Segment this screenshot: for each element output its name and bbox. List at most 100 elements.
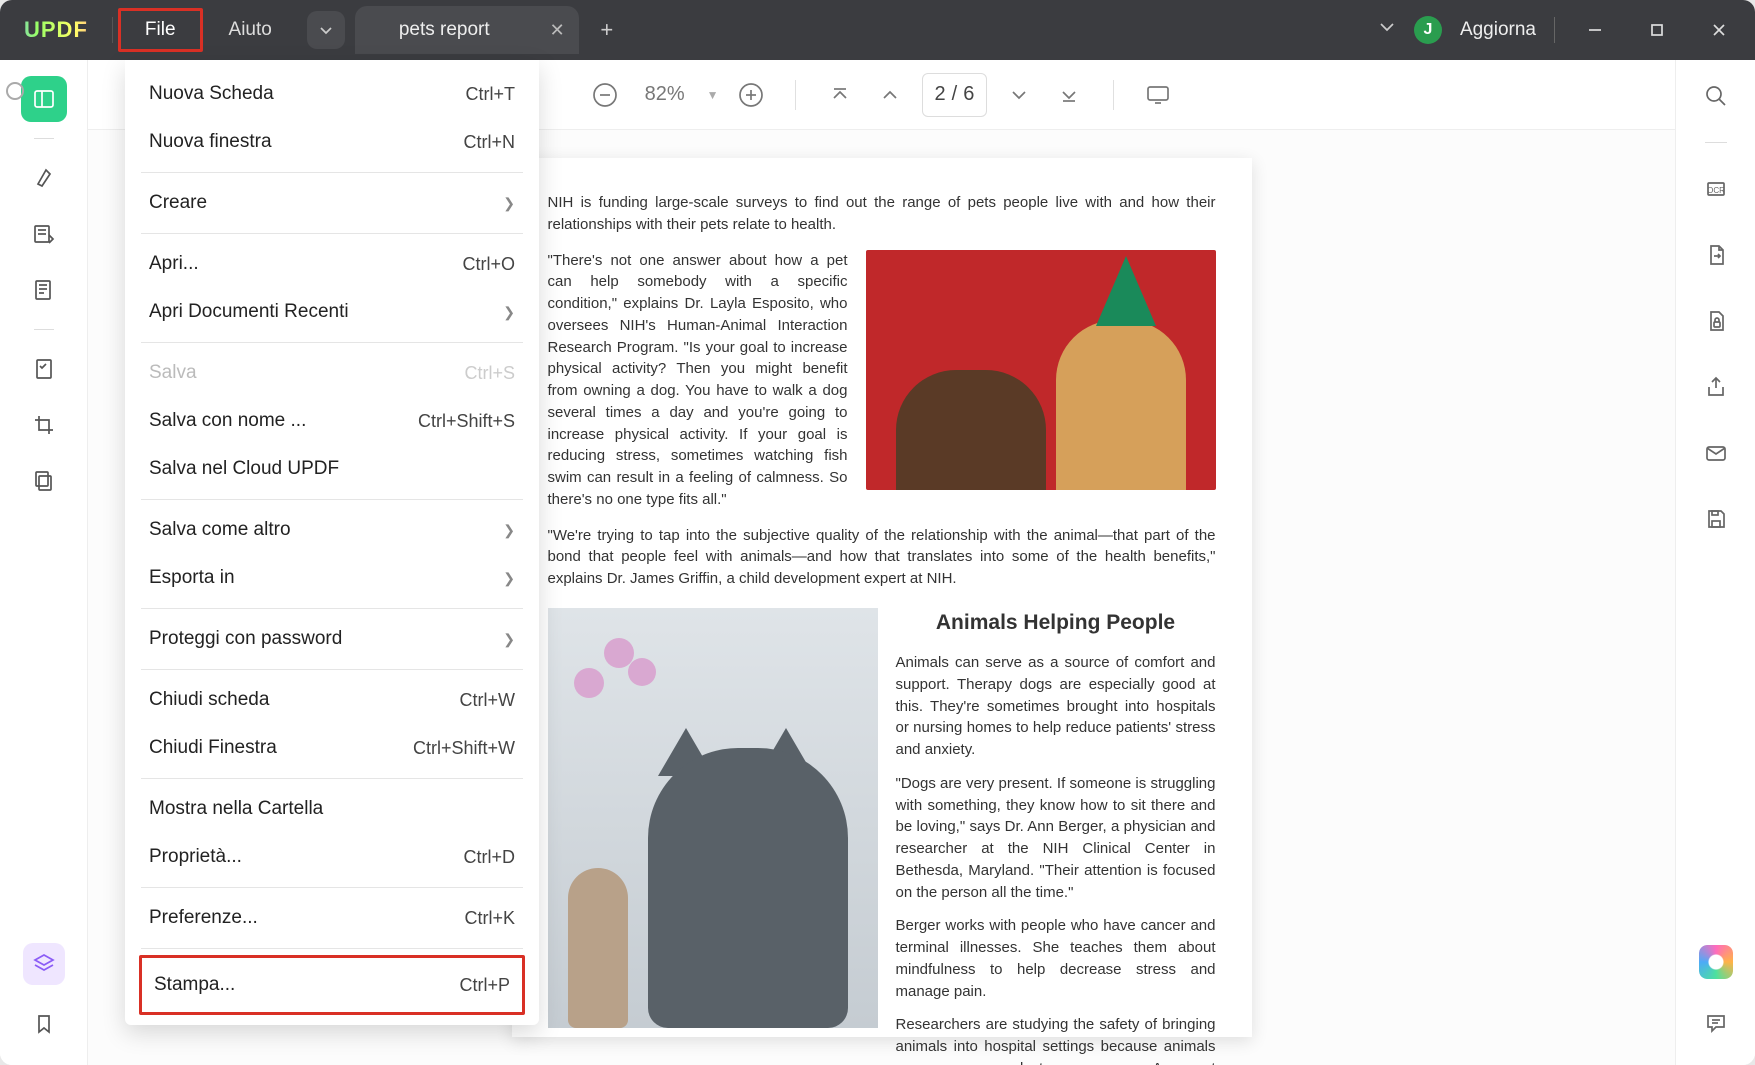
menu-item: Salva Ctrl+S [125,349,539,397]
tool-copy-icon[interactable] [21,458,67,504]
chevron-right-icon: ❯ [503,570,515,587]
sidebar-right-bottom [1696,945,1736,1065]
zoom-value: 82% [637,83,693,106]
pdf-page: NIH is funding large-scale surveys to fi… [512,158,1252,1037]
page-separator: / [952,83,958,106]
menu-help[interactable]: Aiuto [205,8,296,52]
upgrade-button[interactable]: Aggiorna [1460,19,1536,41]
close-button[interactable] [1697,12,1741,48]
zoom-dropdown-icon[interactable]: ▼ [707,88,719,102]
menu-item-shortcut: Ctrl+O [462,254,515,275]
zoom-out-button[interactable] [587,77,623,113]
new-tab-button[interactable]: + [591,14,623,46]
menu-item[interactable]: Apri Documenti Recenti❯ [125,288,539,336]
toolbar-separator [1113,80,1114,110]
menu-item-shortcut: Ctrl+W [460,690,516,711]
bookmark-icon[interactable] [21,1001,67,1047]
page-current: 2 [935,83,946,106]
next-page-button[interactable] [1001,77,1037,113]
doc-paragraph: NIH is funding large-scale surveys to fi… [548,192,1216,236]
maximize-button[interactable] [1635,12,1679,48]
tool-highlight-icon[interactable] [21,155,67,201]
menu-item[interactable]: Preferenze... Ctrl+K [125,894,539,942]
updf-color-logo-icon[interactable] [1699,945,1733,979]
menu-item-label: Esporta in [149,567,235,589]
menu-item[interactable]: Apri... Ctrl+O [125,240,539,288]
menu-item-shortcut: Ctrl+Shift+S [418,411,515,432]
prev-page-button[interactable] [872,77,908,113]
menu-item-shortcut: Ctrl+K [464,908,515,929]
menu-item[interactable]: Mostra nella Cartella [125,785,539,833]
app-logo: UPDF [0,17,113,43]
menu-separator [141,342,523,343]
doc-heading: Animals Helping People [896,608,1216,638]
menu-separator [141,499,523,500]
file-menu-dropdown: Nuova SchedaCtrl+TNuova finestraCtrl+N Cr… [125,60,539,1025]
menu-item-label: Apri... [149,253,199,275]
menu-item-shortcut: Ctrl+S [464,363,515,384]
tool-form-icon[interactable] [21,346,67,392]
protect-file-icon[interactable] [1696,301,1736,341]
avatar[interactable]: J [1414,16,1442,44]
titlebar-chevron-icon[interactable] [1378,18,1396,42]
menu-item-label: Salva [149,362,197,384]
menu-item-shortcut: Ctrl+D [463,847,515,868]
tab-bar: pets report ✕ + [307,0,623,60]
menubar: File Aiuto [117,0,297,60]
tool-crop-icon[interactable] [21,402,67,448]
menu-item-label: Salva con nome ... [149,410,306,432]
doc-paragraph: Researchers are studying the safety of b… [896,1014,1216,1065]
menu-separator [141,778,523,779]
page-input[interactable]: 2 / 6 [922,73,988,117]
edge-handle-icon[interactable] [6,82,24,100]
sidebar-left [0,60,88,1065]
tool-panel-icon[interactable] [21,76,67,122]
menu-item[interactable]: Chiudi schedaCtrl+W [125,676,539,724]
menu-item-label: Preferenze... [149,907,258,929]
menu-item[interactable]: Nuova finestraCtrl+N [125,118,539,166]
tool-page-icon[interactable] [21,267,67,313]
mail-icon[interactable] [1696,433,1736,473]
menu-item-label: Salva nel Cloud UPDF [149,458,339,480]
chevron-right-icon: ❯ [503,522,515,539]
menu-item-label: Proteggi con password [149,628,342,650]
menu-item[interactable]: Creare❯ [125,179,539,227]
search-icon[interactable] [1696,76,1736,116]
export-file-icon[interactable] [1696,235,1736,275]
menu-item-shortcut: Ctrl+N [463,132,515,153]
menu-item-shortcut: Ctrl+P [459,975,510,996]
titlebar-right: J Aggiorna [1378,12,1755,48]
present-icon[interactable] [1140,77,1176,113]
tab-close-icon[interactable]: ✕ [550,20,565,41]
toolbar-separator [795,80,796,110]
menu-item[interactable]: Chiudi FinestraCtrl+Shift+W [125,724,539,772]
menu-item[interactable]: Salva nel Cloud UPDF [125,445,539,493]
layers-icon[interactable] [23,943,65,985]
tool-edit-text-icon[interactable] [21,211,67,257]
save-disk-icon[interactable] [1696,499,1736,539]
last-page-button[interactable] [1051,77,1087,113]
menu-item[interactable]: Proprietà...Ctrl+D [125,833,539,881]
menu-file[interactable]: File [118,8,203,52]
menu-item-label: Creare [149,192,207,214]
comment-icon[interactable] [1696,1003,1736,1043]
share-icon[interactable] [1696,367,1736,407]
minimize-button[interactable] [1573,12,1617,48]
menu-item[interactable]: Esporta in ❯ [125,554,539,602]
tab-list-button[interactable] [307,11,345,49]
sidebar-separator [34,329,54,330]
menu-separator [141,669,523,670]
menu-item[interactable]: Salva come altro❯ [125,506,539,554]
menu-item-label: Apri Documenti Recenti [149,301,349,323]
menu-separator [141,887,523,888]
sidebar-separator [34,138,54,139]
zoom-in-button[interactable] [733,77,769,113]
tab-active[interactable]: pets report ✕ [355,6,579,54]
ocr-icon[interactable]: OCR [1696,169,1736,209]
first-page-button[interactable] [822,77,858,113]
menu-item[interactable]: Proteggi con password❯ [125,615,539,663]
menu-item-label: Stampa... [154,974,235,996]
menu-item[interactable]: Salva con nome ... Ctrl+Shift+S [125,397,539,445]
menu-item[interactable]: Stampa... Ctrl+P [139,955,525,1015]
menu-item[interactable]: Nuova SchedaCtrl+T [125,70,539,118]
